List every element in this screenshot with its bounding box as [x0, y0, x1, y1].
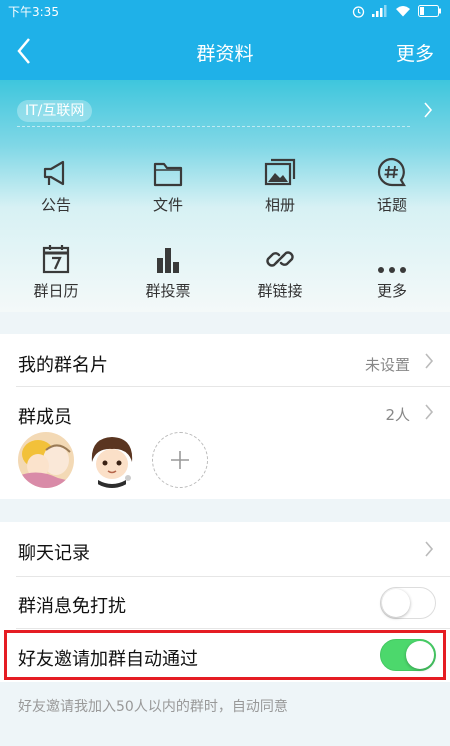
feature-album[interactable]: 相册 [224, 152, 336, 222]
feature-label: 群投票 [145, 282, 191, 300]
avatar-image [18, 432, 74, 488]
feature-label: 相册 [264, 196, 295, 214]
topic-hash-icon [377, 157, 406, 187]
chat-history-label[interactable]: 聊天记录 [18, 539, 90, 565]
member-avatar[interactable] [84, 432, 140, 488]
folder-icon [153, 162, 183, 187]
calendar-icon [42, 245, 70, 274]
feature-poll[interactable]: 群投票 [112, 238, 224, 308]
chevron-right-icon[interactable] [424, 352, 434, 370]
chevron-right-icon[interactable] [424, 403, 434, 421]
feature-files[interactable]: 文件 [112, 152, 224, 222]
divider [16, 576, 450, 577]
feature-more[interactable]: 更多 [336, 238, 448, 308]
avatar-image [84, 432, 140, 488]
status-bar: 下午3:35 [0, 0, 450, 22]
divider [16, 386, 450, 387]
plus-icon [171, 451, 189, 469]
chevron-right-icon[interactable] [424, 540, 434, 558]
feature-link[interactable]: 群链接 [224, 238, 336, 308]
group-card-value: 未设置 [364, 356, 410, 374]
auto-approve-description: 好友邀请我加入50人以内的群时，自动同意 [18, 699, 288, 715]
status-time: 下午3:35 [8, 4, 59, 19]
add-member-button[interactable] [152, 432, 208, 488]
feature-label: 公告 [40, 196, 71, 214]
nav-bar: 群资料 更多 [0, 22, 450, 80]
more-button[interactable]: 更多 [396, 39, 434, 66]
link-icon [266, 251, 294, 267]
battery-icon [418, 5, 441, 17]
group-members-label[interactable]: 群成员 [18, 403, 72, 429]
more-dots-icon [378, 267, 406, 273]
highlight-annotation [4, 630, 446, 680]
bar-chart-icon [157, 248, 179, 273]
group-members-count: 2人 [385, 406, 410, 424]
page-title: 群资料 [196, 43, 254, 65]
signal-icon [372, 5, 387, 17]
member-avatar[interactable] [18, 432, 74, 488]
feature-label: 文件 [152, 196, 183, 214]
feature-grid: 公告 文件 相册 话题 群日历 群投票 群链接 更多 [0, 140, 450, 310]
chevron-right-icon[interactable] [423, 101, 433, 119]
megaphone-icon [43, 160, 65, 186]
feature-label: 更多 [376, 282, 407, 300]
mute-notifications-label: 群消息免打扰 [18, 596, 126, 617]
status-icons [352, 5, 442, 18]
photo-album-icon [264, 158, 296, 186]
wifi-icon [396, 6, 410, 17]
feature-label: 群链接 [257, 282, 303, 300]
feature-announcement[interactable]: 公告 [0, 152, 112, 222]
alarm-icon [352, 5, 365, 18]
feature-calendar[interactable]: 群日历 [0, 238, 112, 308]
group-card-label[interactable]: 我的群名片 [18, 351, 108, 377]
mute-notifications-toggle[interactable] [380, 587, 436, 619]
feature-label: 话题 [376, 196, 407, 214]
toggle-knob [382, 589, 410, 617]
feature-topics[interactable]: 话题 [336, 152, 448, 222]
divider-dashed [17, 126, 410, 127]
feature-label: 群日历 [33, 282, 79, 300]
divider [16, 628, 450, 629]
category-tag[interactable]: IT/互联网 [17, 100, 93, 122]
